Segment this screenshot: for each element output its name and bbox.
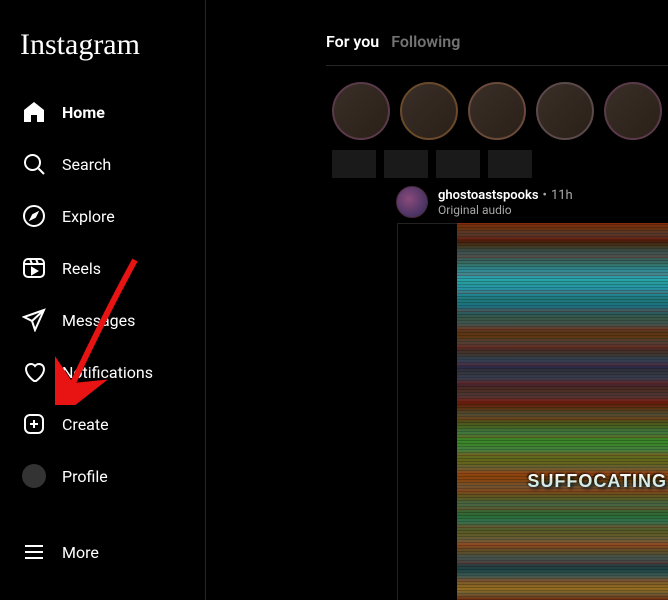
sidebar-item-home[interactable]: Home xyxy=(12,88,193,136)
post-media[interactable]: SUFFOCATING FE xyxy=(457,223,668,600)
sidebar-item-profile[interactable]: Profile xyxy=(12,452,193,500)
divider xyxy=(326,65,668,66)
profile-avatar-icon xyxy=(22,464,46,488)
post-time: 11h xyxy=(551,188,573,203)
sidebar-item-more[interactable]: More xyxy=(12,528,193,576)
sidebar-item-reels[interactable]: Reels xyxy=(12,244,193,292)
story-thumb xyxy=(384,150,428,178)
tab-for-you[interactable]: For you xyxy=(326,32,379,51)
story-circle[interactable] xyxy=(468,82,526,140)
sidebar-item-create[interactable]: Create xyxy=(12,400,193,448)
story-thumb xyxy=(332,150,376,178)
send-icon xyxy=(22,308,46,332)
home-icon xyxy=(22,100,46,124)
story-thumb xyxy=(488,150,532,178)
plus-square-icon xyxy=(22,412,46,436)
sidebar-item-messages[interactable]: Messages xyxy=(12,296,193,344)
sidebar-item-label: Explore xyxy=(62,207,115,226)
sidebar-item-label: Profile xyxy=(62,467,108,486)
post-avatar[interactable] xyxy=(396,186,428,218)
tab-following[interactable]: Following xyxy=(391,32,460,51)
sidebar-item-label: Messages xyxy=(62,311,135,330)
story-thumb xyxy=(436,150,480,178)
heart-icon xyxy=(22,360,46,384)
sidebar-item-notifications[interactable]: Notifications xyxy=(12,348,193,396)
sidebar: Instagram Home Search Explore Reels Mess… xyxy=(0,0,206,600)
sidebar-item-search[interactable]: Search xyxy=(12,140,193,188)
sidebar-item-label: Search xyxy=(62,155,111,174)
menu-icon xyxy=(22,540,46,564)
post-frame xyxy=(397,223,457,600)
sidebar-item-label: Create xyxy=(62,415,109,434)
sidebar-item-explore[interactable]: Explore xyxy=(12,192,193,240)
story-circle[interactable] xyxy=(400,82,458,140)
post-username[interactable]: ghostoastspooks xyxy=(438,188,539,203)
search-icon xyxy=(22,152,46,176)
post-audio[interactable]: Original audio xyxy=(438,203,573,217)
reels-icon xyxy=(22,256,46,280)
sidebar-item-label: Reels xyxy=(62,259,101,278)
story-circle[interactable] xyxy=(536,82,594,140)
sidebar-item-label: Notifications xyxy=(62,363,153,382)
post-header: ghostoastspooks • 11h Original audio xyxy=(326,178,668,228)
sidebar-item-label: More xyxy=(62,543,99,562)
stories-tray xyxy=(326,74,668,156)
post-caption-overlay: SUFFOCATING FE xyxy=(527,471,668,492)
story-circle[interactable] xyxy=(332,82,390,140)
compass-icon xyxy=(22,204,46,228)
post-separator: • xyxy=(543,188,547,203)
sidebar-item-label: Home xyxy=(62,103,105,122)
instagram-logo[interactable]: Instagram xyxy=(12,8,193,86)
story-circle[interactable] xyxy=(604,82,662,140)
story-thumbs xyxy=(326,150,668,178)
feed-tabs: For you Following xyxy=(326,32,668,65)
